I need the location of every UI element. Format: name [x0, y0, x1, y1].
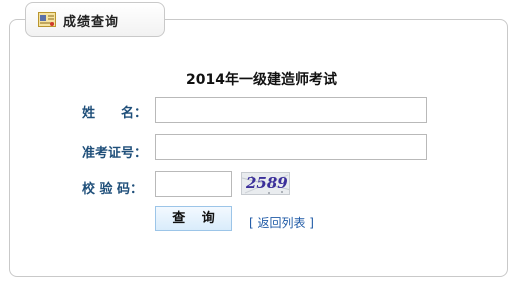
name-label: 姓 名：: [82, 106, 148, 121]
cert-number-label: 准考证号：: [82, 146, 148, 161]
name-input[interactable]: [155, 97, 427, 123]
captcha-input[interactable]: [155, 171, 232, 197]
captcha-text: 2589: [246, 174, 288, 192]
cert-number-input[interactable]: [155, 134, 427, 160]
captcha-image[interactable]: 2589: [241, 172, 290, 195]
query-button[interactable]: 查 询: [155, 206, 232, 231]
captcha-label: 校 验 码：: [82, 182, 144, 197]
panel-tab: 成绩查询: [25, 2, 165, 37]
exam-title: 2014年一级建造师考试: [186, 72, 337, 88]
tab-title: 成绩查询: [63, 15, 120, 30]
back-to-list-link[interactable]: [ 返回列表 ]: [249, 214, 314, 231]
certificate-icon: [38, 12, 56, 27]
